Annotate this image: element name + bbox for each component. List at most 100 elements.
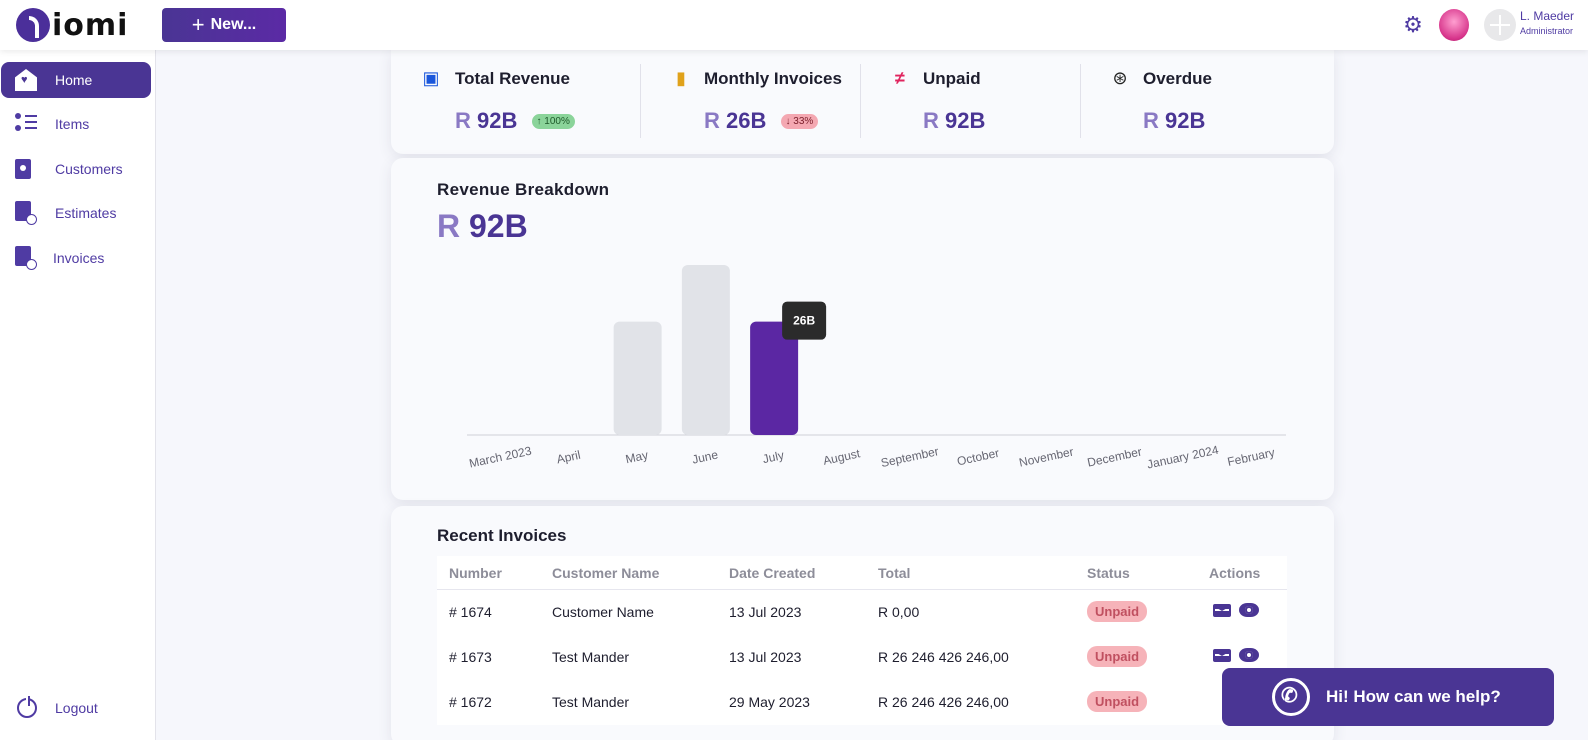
x-tick-label: January 2024 <box>1146 443 1220 472</box>
top-bar: iomi + New... ⚙ L. Maeder Administrator <box>0 0 1588 50</box>
x-tick-label: March 2023 <box>468 444 533 471</box>
home-icon <box>15 69 37 91</box>
new-button[interactable]: + New... <box>162 8 286 42</box>
not-equal-icon: ≠ <box>895 68 905 88</box>
x-tick-label: July <box>761 448 785 466</box>
invoice-total: R 26 246 426 246,00 <box>878 694 1009 710</box>
user-role: Administrator <box>1520 26 1574 36</box>
logout-button[interactable]: Logout <box>1 690 151 726</box>
logo-text: iomi <box>52 7 129 43</box>
gear-icon[interactable]: ⚙ <box>1402 14 1424 36</box>
customer-name: Test Mander <box>552 649 630 665</box>
eye-icon[interactable] <box>1239 603 1259 617</box>
app-logo[interactable]: iomi <box>16 7 129 43</box>
sidebar-item-label: Estimates <box>55 205 117 221</box>
invoice-number[interactable]: # 1672 <box>449 694 492 710</box>
x-tick-label: December <box>1086 444 1143 469</box>
chart-bar[interactable] <box>613 321 662 435</box>
plus-icon: + <box>191 12 205 37</box>
sidebar-item-customers[interactable]: Customers <box>1 151 151 187</box>
invoice-total: R 0,00 <box>878 604 920 620</box>
stat-title: Monthly Invoices <box>704 69 842 88</box>
sidebar-item-label: Invoices <box>53 250 105 266</box>
envelope-icon[interactable] <box>1213 649 1231 662</box>
stats-card: ▣ Total Revenue R 92B ↑ 100% ▮ Monthly I… <box>391 50 1334 154</box>
eye-icon[interactable] <box>1239 648 1259 662</box>
envelope-icon[interactable] <box>1213 604 1231 617</box>
svg-text:26B: 26B <box>793 314 815 328</box>
date-created: 29 May 2023 <box>729 694 810 710</box>
date-created: 13 Jul 2023 <box>729 649 802 665</box>
stat-title: Overdue <box>1143 69 1212 88</box>
invoice-total: R 26 246 426 246,00 <box>878 649 1009 665</box>
stat-value: R 26B ↓ 33% <box>704 108 819 134</box>
sidebar-item-home[interactable]: Home <box>1 62 151 98</box>
stat-overdue: ⊛ Overdue R 92B <box>1110 50 1310 154</box>
invoices-table: Number Customer Name Date Created Total … <box>437 556 1287 725</box>
user-avatar[interactable] <box>1484 9 1516 41</box>
stat-value: R 92B <box>923 108 986 133</box>
money-icon: ▣ <box>422 68 440 88</box>
table-row[interactable]: # 1673 Test Mander 13 Jul 2023 R 26 246 … <box>437 635 1287 680</box>
document-icon: ▮ <box>676 68 686 88</box>
revenue-breakdown-card: Revenue Breakdown R 92B March 2023 April M… <box>391 158 1334 500</box>
sidebar-item-invoices[interactable]: Invoices <box>1 240 151 276</box>
date-created: 13 Jul 2023 <box>729 604 802 620</box>
sidebar-item-label: Home <box>55 72 93 88</box>
x-tick-label: February <box>1226 445 1276 469</box>
list-icon <box>15 113 37 135</box>
x-tick-label: September <box>880 444 940 470</box>
x-tick-label: May <box>624 448 649 466</box>
chart-bar[interactable] <box>681 265 730 435</box>
revenue-chart: March 2023 April May June 26B July August Septe… <box>467 265 1286 472</box>
column-header[interactable]: Customer Name <box>552 565 659 581</box>
sidebar-item-label: Items <box>55 116 90 132</box>
logout-label: Logout <box>55 700 98 716</box>
lifebuoy-icon: ⊛ <box>1112 68 1128 88</box>
x-tick-label: August <box>822 446 862 468</box>
x-tick-label: June <box>691 447 720 466</box>
table-row[interactable]: # 1672 Test Mander 29 May 2023 R 26 246 … <box>437 680 1287 725</box>
column-header[interactable]: Number <box>449 565 502 581</box>
avatar[interactable] <box>1439 9 1469 41</box>
divider <box>640 64 641 138</box>
stat-value: R 92B ↑ 100% <box>455 108 575 134</box>
chat-help-button[interactable]: Hi! How can we help? <box>1222 668 1554 726</box>
column-header: Actions <box>1209 565 1261 581</box>
x-tick-label: November <box>1018 444 1075 469</box>
invoice-number[interactable]: # 1674 <box>449 604 492 620</box>
table-row[interactable]: # 1674 Customer Name 13 Jul 2023 R 0,00 … <box>437 590 1287 635</box>
new-button-label: New... <box>210 16 257 33</box>
power-icon <box>17 696 37 718</box>
stat-title: Unpaid <box>923 69 981 88</box>
stat-title: Total Revenue <box>455 69 570 88</box>
invoice-icon <box>15 246 37 270</box>
user-name[interactable]: L. Maeder <box>1520 9 1574 23</box>
sidebar-item-label: Customers <box>55 161 123 177</box>
divider <box>860 64 861 138</box>
stat-unpaid: ≠ Unpaid R 92B <box>890 50 1090 154</box>
invoice-number[interactable]: # 1673 <box>449 649 492 665</box>
status-badge: Unpaid <box>1087 601 1148 622</box>
stat-monthly-invoices: ▮ Monthly Invoices R 26B ↓ 33% <box>671 50 871 154</box>
status-badge: Unpaid <box>1087 646 1148 667</box>
estimate-icon <box>15 201 37 225</box>
sidebar: Home Items Customers Estimates Invoices … <box>0 50 156 740</box>
divider <box>1080 64 1081 138</box>
recent-invoices-card: Recent Invoices Number Customer Name Dat… <box>391 506 1334 740</box>
column-header[interactable]: Total <box>878 565 910 581</box>
customer-name: Customer Name <box>552 604 654 620</box>
x-tick-label: October <box>956 446 1001 469</box>
stat-total-revenue: ▣ Total Revenue R 92B ↑ 100% <box>421 50 641 154</box>
sidebar-item-items[interactable]: Items <box>1 106 151 142</box>
chart-tooltip: 26B <box>782 301 827 340</box>
x-tick-label: April <box>555 448 581 467</box>
column-header[interactable]: Date Created <box>729 565 815 581</box>
column-header[interactable]: Status <box>1087 565 1130 581</box>
customer-name: Test Mander <box>552 694 630 710</box>
table-header: Number Customer Name Date Created Total … <box>437 556 1287 590</box>
sidebar-item-estimates[interactable]: Estimates <box>1 195 151 231</box>
logo-mark <box>16 8 50 42</box>
chat-help-label: Hi! How can we help? <box>1326 687 1501 706</box>
whatsapp-icon <box>1272 678 1310 716</box>
